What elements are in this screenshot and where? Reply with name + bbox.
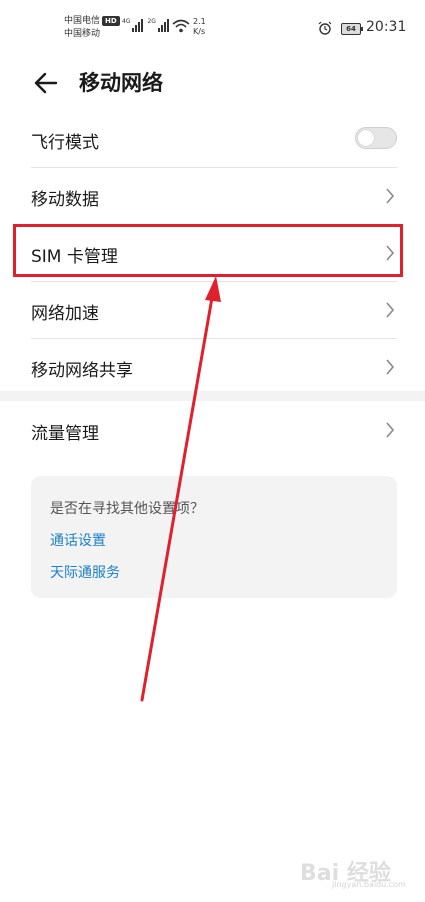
watermark-url: jingyan.baidu.com bbox=[332, 880, 406, 889]
annotation-arrow-icon bbox=[140, 276, 221, 702]
